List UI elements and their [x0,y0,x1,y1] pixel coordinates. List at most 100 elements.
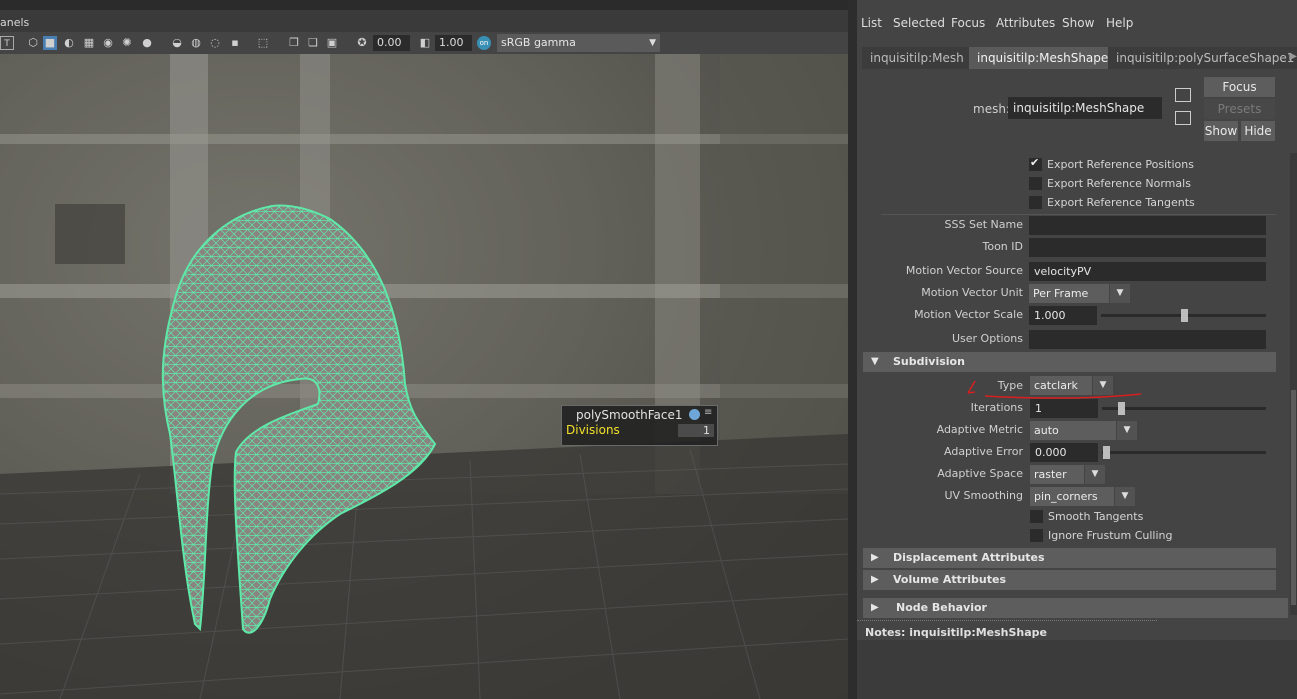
adaptive-error-field[interactable]: 0.000 [1030,443,1098,462]
adaptive-metric-dropdown[interactable]: auto [1030,421,1116,440]
depth-of-field-icon[interactable]: ▪ [228,36,242,50]
checkmark-icon: ✔ [1030,156,1040,169]
textured-icon[interactable]: ▦ [82,36,96,50]
motion-blur-icon[interactable]: ◍ [189,36,203,50]
wireframe-cube-icon[interactable]: ⬡ [26,36,40,50]
chevron-down-icon[interactable]: ▼ [1115,487,1135,506]
tab-mesh-transform[interactable]: inquisitilp:Mesh [862,47,972,69]
presets-button[interactable]: Presets [1204,99,1275,119]
ignore-frustum-checkbox[interactable] [1030,529,1043,542]
motion-vector-source-field[interactable]: velocityPV [1029,262,1266,281]
menu-list[interactable]: List [861,14,882,32]
tab-mesh-shape[interactable]: inquisitilp:MeshShape [969,47,1117,69]
xray-active-icon[interactable]: ❏ [306,36,320,50]
antialias-icon[interactable]: ◌ [208,36,222,50]
exposure-icon[interactable]: ✪ [355,36,369,50]
smooth-tangents-checkbox[interactable] [1030,510,1043,523]
panels-menu[interactable]: anels [0,14,29,32]
displacement-title: Displacement Attributes [893,551,1045,564]
sss-set-name-field[interactable] [1029,216,1266,235]
motion-vector-unit-dropdown[interactable]: Per Frame [1029,284,1109,303]
output-connections-icon[interactable] [1175,111,1191,125]
hide-button[interactable]: Hide [1241,121,1275,141]
scrollbar-thumb[interactable] [1291,390,1296,605]
chevron-down-icon[interactable]: ▼ [1085,465,1105,484]
ignore-frustum-label: Ignore Frustum Culling [1048,529,1173,542]
triangle-down-icon: ▼ [871,356,879,367]
chevron-down-icon: ▼ [649,38,656,48]
exposure-field[interactable]: 0.00 [373,35,410,51]
viewport-title-strip [0,0,848,10]
adaptive-error-slider[interactable] [1102,451,1266,454]
export-ref-normals-checkbox[interactable] [1029,177,1042,190]
use-lights-icon[interactable]: ✺ [120,36,134,50]
menu-selected[interactable]: Selected [893,14,945,32]
volume-section-header[interactable]: ▶ Volume Attributes [863,570,1276,590]
iterations-slider[interactable] [1102,407,1266,410]
viewport-panel[interactable]: anels T ⬡ ■ ◐ ▦ ◉ ✺ ● ◒ ◍ ◌ ▪ ⬚ ❐ ❏ ▣ ✪ … [0,0,848,699]
chevron-down-icon[interactable]: ▼ [1110,284,1130,303]
slider-handle[interactable] [1118,402,1125,415]
subdivision-type-dropdown[interactable]: catclark [1030,376,1092,395]
slider-handle[interactable] [1181,309,1188,322]
notes-textarea[interactable] [857,640,1297,699]
lights-icon[interactable]: ◉ [101,36,115,50]
triangle-right-icon: ▶ [871,602,879,613]
menu-attributes[interactable]: Attributes [996,14,1055,32]
mesh-label: mesh: [973,102,1010,116]
chevron-down-icon[interactable]: ▼ [1117,421,1137,440]
slider-handle[interactable] [1103,446,1110,459]
show-button[interactable]: Show [1204,121,1238,141]
user-options-field[interactable] [1029,330,1266,349]
adaptive-error-label: Adaptive Error [944,445,1023,458]
adaptive-space-dropdown[interactable]: raster [1030,465,1084,484]
shaded-wireframe-icon[interactable]: ◐ [62,36,76,50]
menu-show[interactable]: Show [1062,14,1094,32]
xray-icon[interactable]: ❐ [287,36,301,50]
toon-id-label: Toon ID [982,240,1024,253]
subdivision-section-header[interactable]: ▼ Subdivision [863,352,1276,372]
input-connections-icon[interactable] [1175,88,1191,102]
color-space-value: sRGB gamma [501,36,576,49]
focus-button[interactable]: Focus [1204,77,1275,97]
node-behavior-section-header[interactable]: ▶ Node Behavior [863,598,1288,618]
notes-divider[interactable] [857,620,1157,621]
motion-vector-scale-field[interactable]: 1.000 [1029,306,1097,325]
color-management-icon[interactable]: on [477,36,491,50]
isolate-select-icon[interactable]: ⬚ [256,36,270,50]
iterations-field[interactable]: 1 [1030,399,1098,418]
text-icon[interactable]: T [0,36,14,50]
subdivision-title: Subdivision [893,355,965,368]
attribute-editor: List Selected Focus Attributes Show Help… [857,0,1297,699]
export-ref-tangents-checkbox[interactable] [1029,196,1042,209]
scene-render [0,54,848,699]
screen-space-ao-icon[interactable]: ◒ [170,36,184,50]
color-space-dropdown[interactable]: sRGB gamma ▼ [497,34,660,52]
chevron-right-icon[interactable]: ▶ [1289,51,1297,62]
smooth-shade-icon[interactable]: ■ [43,36,57,50]
menu-focus[interactable]: Focus [951,14,985,32]
panel-splitter[interactable] [848,0,857,699]
globe-icon[interactable] [689,409,700,420]
hud-menu-icon[interactable]: ≡ [704,407,712,418]
hud-divisions-field[interactable]: 1 [678,424,714,437]
poly-smooth-hud[interactable]: polySmoothFace1 ≡ Divisions 1 [561,405,718,446]
tab-poly-surface-shape[interactable]: inquisitilp:polySurfaceShape1 [1108,47,1297,69]
mesh-name-field[interactable]: inquisitilp:MeshShape [1008,97,1162,119]
notes-label: Notes: inquisitilp:MeshShape [865,626,1048,639]
attribute-scroll-area[interactable]: ✔ Export Reference Positions Export Refe… [863,153,1288,615]
gamma-field[interactable]: 1.00 [435,35,472,51]
export-ref-positions-checkbox[interactable]: ✔ [1029,156,1042,171]
divider [881,214,1276,215]
toon-id-field[interactable] [1029,238,1266,257]
shadows-icon[interactable]: ● [140,36,154,50]
chevron-down-icon[interactable]: ▼ [1093,376,1113,395]
menu-help[interactable]: Help [1106,14,1133,32]
node-behavior-title: Node Behavior [896,601,987,614]
gamma-icon[interactable]: ◧ [418,36,432,50]
xray-joints-icon[interactable]: ▣ [325,36,339,50]
scene-view[interactable] [0,54,848,699]
displacement-section-header[interactable]: ▶ Displacement Attributes [863,548,1276,568]
uv-smoothing-label: UV Smoothing [944,489,1023,502]
uv-smoothing-dropdown[interactable]: pin_corners [1030,487,1114,506]
